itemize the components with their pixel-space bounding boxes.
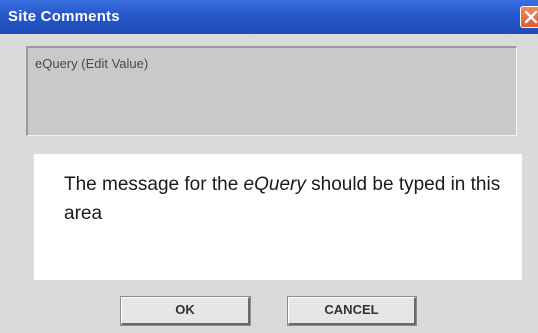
close-icon	[524, 10, 538, 24]
title-bar[interactable]: Site Comments	[0, 0, 538, 34]
message-textarea[interactable]: The message for the eQuery should be typ…	[34, 154, 522, 280]
window-title: Site Comments	[8, 8, 120, 25]
site-comments-dialog: Site Comments eQuery (Edit Value) The me…	[0, 0, 538, 333]
cancel-button[interactable]: CANCEL	[288, 297, 416, 325]
close-button[interactable]	[520, 6, 538, 28]
message-hint-text: The message for the eQuery should be typ…	[64, 170, 504, 228]
ok-button[interactable]: OK	[121, 297, 250, 325]
equery-field[interactable]: eQuery (Edit Value)	[26, 46, 517, 136]
equery-field-value: eQuery (Edit Value)	[35, 56, 149, 71]
message-text-before: The message for the	[64, 174, 244, 195]
message-text-emphasis: eQuery	[243, 174, 306, 195]
